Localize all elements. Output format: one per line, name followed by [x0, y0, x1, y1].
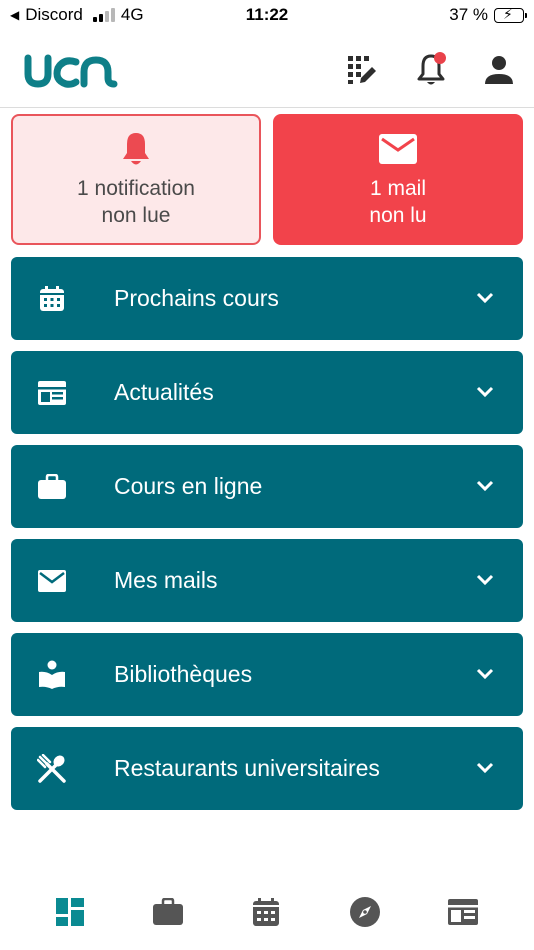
section-label: Bibliothèques — [114, 661, 253, 687]
status-right: 37 % ⚡ — [449, 5, 527, 25]
news-icon — [37, 378, 67, 408]
nav-dashboard[interactable] — [50, 892, 90, 932]
unread-mails-card[interactable]: 1 mail non lu — [273, 114, 523, 245]
dashboard-icon — [56, 898, 84, 926]
nav-explore[interactable] — [345, 892, 385, 932]
unread-notifications-card[interactable]: 1 notification non lue — [11, 114, 261, 245]
mail-count-label: 1 mail — [369, 176, 427, 200]
calendar-icon — [253, 898, 279, 926]
mail-icon — [37, 566, 67, 596]
uca-logo[interactable] — [24, 50, 120, 95]
chevron-down-icon[interactable] — [475, 288, 495, 308]
section-label: Prochains cours — [114, 285, 279, 311]
section-bibliotheques[interactable]: Bibliothèques — [11, 633, 523, 716]
briefcase-icon — [153, 898, 183, 925]
section-label: Actualités — [114, 379, 214, 405]
news-icon — [448, 899, 478, 925]
uca-logo-graphic — [24, 54, 118, 88]
notification-count-label: 1 notification — [77, 176, 195, 200]
notification-bell-icon[interactable] — [413, 52, 449, 88]
calendar-icon — [37, 284, 67, 314]
section-actualites[interactable]: Actualités — [11, 351, 523, 434]
app-header — [0, 32, 534, 108]
briefcase-icon — [37, 472, 67, 502]
chevron-down-icon[interactable] — [475, 758, 495, 778]
section-restaurants-universitaires[interactable]: Restaurants universitaires — [11, 727, 523, 810]
battery-icon: ⚡ — [494, 6, 527, 23]
mail-status-label: non lu — [369, 203, 427, 227]
section-label: Cours en ligne — [114, 473, 263, 499]
battery-percent: 37 % — [449, 5, 488, 24]
compass-icon — [350, 897, 380, 927]
section-label: Restaurants universitaires — [114, 755, 380, 781]
section-prochains-cours[interactable]: Prochains cours — [11, 257, 523, 340]
bottom-nav — [0, 880, 534, 944]
chevron-down-icon[interactable] — [475, 382, 495, 402]
nav-courses[interactable] — [148, 892, 188, 932]
chevron-down-icon[interactable] — [475, 570, 495, 590]
user-icon[interactable] — [481, 52, 517, 88]
unread-dot — [434, 52, 446, 64]
envelope-icon — [378, 131, 418, 167]
notification-status-label: non lue — [101, 203, 171, 227]
nav-news[interactable] — [443, 892, 483, 932]
status-bar: ◀ Discord 4G 11:22 37 % ⚡ — [0, 0, 534, 32]
section-cours-en-ligne[interactable]: Cours en ligne — [11, 445, 523, 528]
section-label: Mes mails — [114, 567, 218, 593]
section-mes-mails[interactable]: Mes mails — [11, 539, 523, 622]
library-icon — [37, 660, 67, 690]
nav-calendar[interactable] — [246, 892, 286, 932]
bell-icon — [120, 131, 152, 167]
restaurant-icon — [37, 754, 67, 784]
grid-edit-icon[interactable] — [344, 52, 380, 88]
chevron-down-icon[interactable] — [475, 476, 495, 496]
chevron-down-icon[interactable] — [475, 664, 495, 684]
